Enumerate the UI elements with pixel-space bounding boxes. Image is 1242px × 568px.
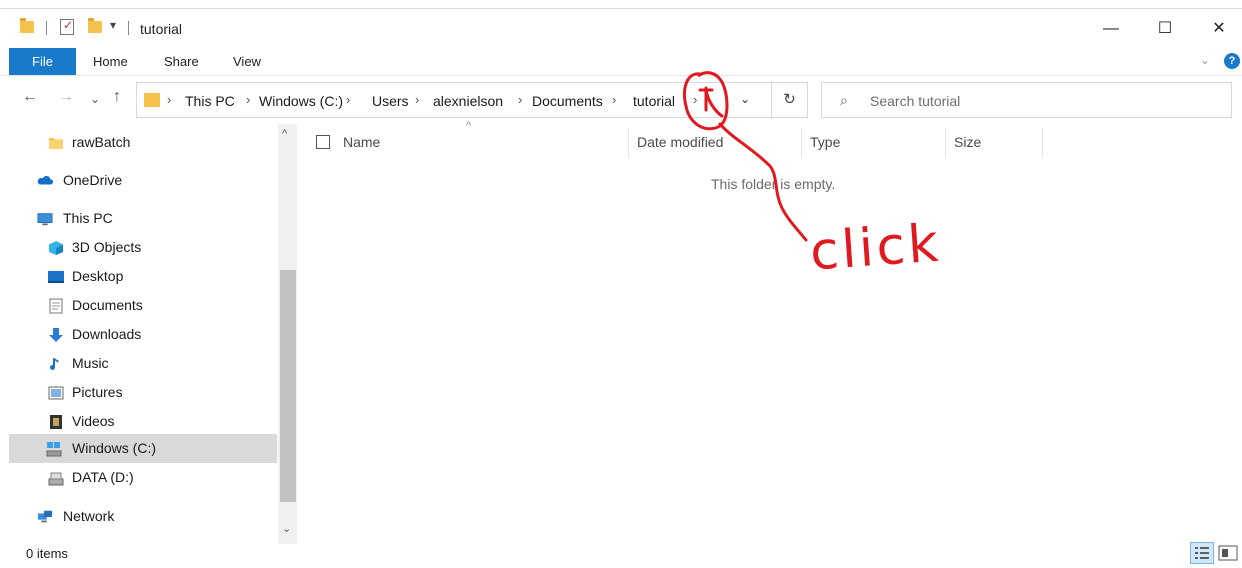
scrollbar-thumb[interactable] (280, 270, 296, 502)
new-folder-icon[interactable] (88, 18, 102, 33)
drive-icon (48, 472, 64, 486)
breadcrumb-this-pc[interactable]: This PC (185, 93, 235, 109)
status-item-count: 0 items (26, 546, 68, 561)
sidebar-item-this-pc[interactable]: This PC (0, 204, 278, 233)
sidebar-item-documents[interactable]: Documents (0, 291, 278, 320)
recent-locations-button[interactable]: ⌄ (90, 92, 100, 106)
breadcrumb-tutorial[interactable]: tutorial (633, 93, 675, 109)
search-box[interactable]: ⌕ (821, 82, 1232, 118)
sidebar-item-label: Network (63, 508, 115, 524)
close-button[interactable]: ✕ (1204, 19, 1234, 39)
windows-drive-icon (46, 442, 62, 457)
navigation-pane: rawBatch OneDrive This PC 3D Objects Des… (0, 124, 278, 542)
details-view-icon[interactable] (1190, 542, 1214, 564)
sidebar-item-label: Videos (72, 413, 115, 429)
breadcrumb-documents[interactable]: Documents (532, 93, 603, 109)
customize-quick-access-icon[interactable]: ▾ (110, 18, 116, 32)
onedrive-icon (37, 176, 53, 185)
scroll-up-arrow-icon[interactable]: ^ (282, 128, 287, 140)
title-bar: ✓ ▾ tutorial — ☐ ✕ (0, 8, 1242, 42)
breadcrumb-separator[interactable]: › (415, 92, 419, 107)
annotation-click-text: click (808, 213, 944, 283)
sidebar-item-label: DATA (D:) (72, 469, 134, 485)
folder-icon (144, 93, 160, 107)
breadcrumb-users[interactable]: Users (372, 93, 409, 109)
breadcrumb-separator[interactable]: › (346, 92, 350, 107)
sidebar-item-label: Music (72, 355, 109, 371)
sidebar-item-music[interactable]: Music (0, 349, 278, 378)
column-divider[interactable] (628, 128, 629, 158)
scroll-down-arrow-icon[interactable]: ⌄ (282, 522, 291, 535)
network-icon (37, 510, 53, 523)
sidebar-item-label: Pictures (72, 384, 123, 400)
breadcrumb-alexnielson[interactable]: alexnielson (433, 93, 503, 109)
column-divider[interactable] (1042, 128, 1043, 158)
document-icon (49, 298, 63, 314)
sidebar-item-label: Windows (C:) (72, 440, 157, 456)
expand-ribbon-icon[interactable]: ⌄ (1200, 53, 1210, 67)
tab-view[interactable]: View (233, 54, 261, 69)
column-header-size[interactable]: Size (954, 134, 981, 150)
music-icon (50, 358, 59, 370)
sidebar-item-windows-c[interactable]: Windows (C:) (9, 434, 277, 463)
column-header-name[interactable]: Name (343, 134, 380, 150)
sidebar-item-label: Documents (72, 297, 143, 313)
sidebar-item-label: 3D Objects (72, 239, 142, 255)
sidebar-item-network[interactable]: Network (0, 502, 278, 531)
sidebar-item-label: Downloads (72, 326, 142, 342)
tab-share[interactable]: Share (164, 54, 199, 69)
computer-icon (37, 213, 53, 226)
tab-home[interactable]: Home (93, 54, 128, 69)
sidebar-item-downloads[interactable]: Downloads (0, 320, 278, 349)
folder-icon (20, 18, 34, 33)
search-input[interactable] (870, 91, 1210, 111)
breadcrumb-separator[interactable]: › (612, 92, 616, 107)
sidebar-item-label: Desktop (72, 268, 124, 284)
download-icon (49, 328, 63, 342)
select-all-checkbox[interactable] (316, 135, 330, 149)
ribbon-tabs: File Home Share View ⌄ ? (0, 48, 1242, 76)
breadcrumb-separator[interactable]: › (518, 92, 522, 107)
maximize-button[interactable]: ☐ (1150, 19, 1180, 39)
sidebar-item-3d-objects[interactable]: 3D Objects (0, 233, 278, 262)
breadcrumb-separator[interactable]: › (246, 92, 250, 107)
sidebar-item-label: This PC (63, 210, 113, 226)
divider (46, 21, 47, 35)
search-icon: ⌕ (840, 92, 848, 108)
minimize-button[interactable]: — (1096, 19, 1126, 39)
up-button[interactable]: ↑ (113, 88, 121, 106)
sidebar-item-onedrive[interactable]: OneDrive (0, 166, 278, 195)
sidebar-item-desktop[interactable]: Desktop (0, 262, 278, 291)
back-button[interactable]: ← (22, 88, 38, 106)
sidebar-item-label: OneDrive (63, 172, 123, 188)
divider (128, 21, 129, 35)
folder-icon (49, 138, 63, 149)
properties-icon[interactable]: ✓ (60, 18, 74, 35)
help-icon[interactable]: ? (1224, 53, 1240, 69)
sidebar-item-data-d[interactable]: DATA (D:) (0, 463, 278, 492)
sidebar-item-label: rawBatch (72, 134, 131, 150)
window-title: tutorial (140, 21, 183, 37)
video-icon (50, 415, 62, 429)
column-divider[interactable] (945, 128, 946, 158)
desktop-icon (48, 271, 64, 283)
cube-icon (49, 241, 63, 255)
forward-button[interactable]: → (58, 88, 74, 106)
sort-ascending-icon: ^ (466, 120, 472, 132)
pictures-icon (48, 386, 64, 400)
large-icons-view-icon[interactable] (1216, 542, 1240, 564)
sidebar-item-rawbatch[interactable]: rawBatch (0, 128, 278, 157)
sidebar-item-pictures[interactable]: Pictures (0, 378, 278, 407)
breadcrumb-separator[interactable]: › (167, 92, 171, 107)
breadcrumb-windows-c[interactable]: Windows (C:) (259, 93, 343, 109)
tab-file[interactable]: File (9, 48, 76, 75)
annotation-circle-arrow (683, 71, 808, 242)
sidebar-item-videos[interactable]: Videos (0, 407, 278, 436)
